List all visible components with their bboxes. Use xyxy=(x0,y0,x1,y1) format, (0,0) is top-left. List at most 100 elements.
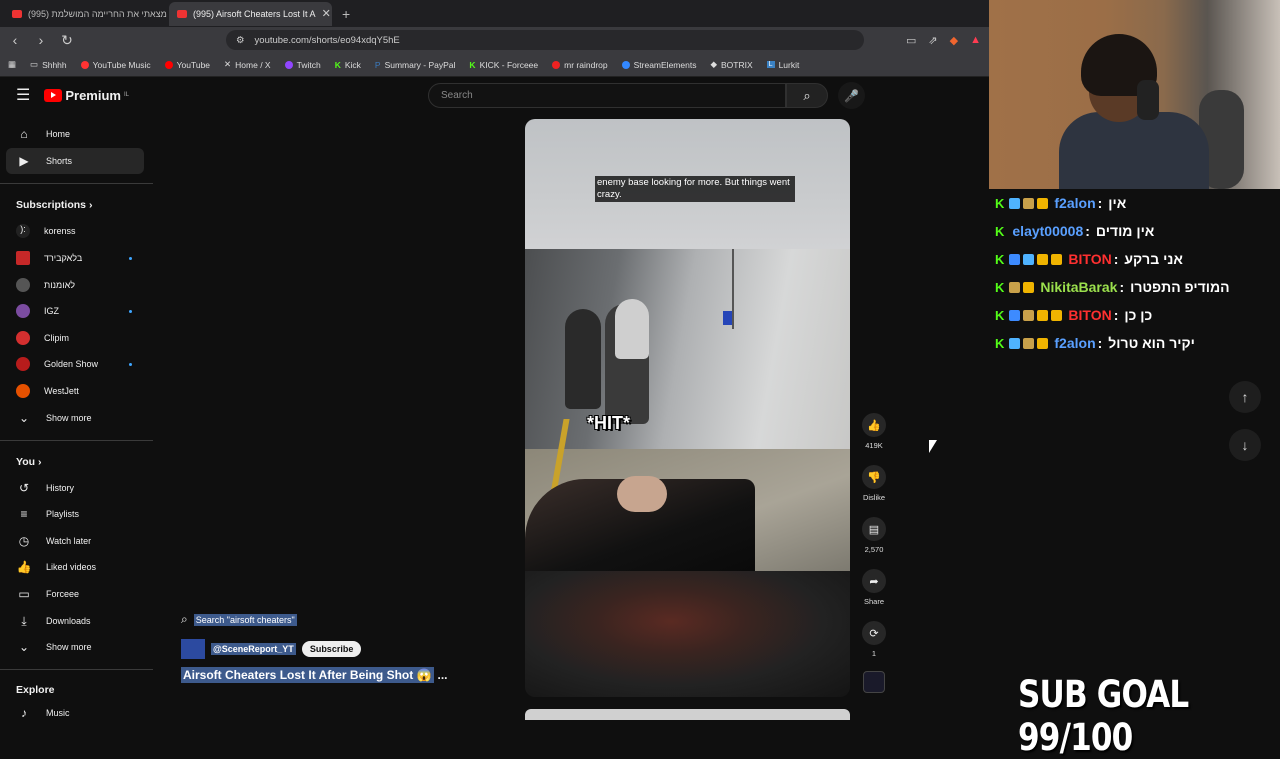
bookmark[interactable]: ◆ BOTRIX xyxy=(710,59,752,70)
lurkit-icon: L xyxy=(766,61,775,68)
show-more-you[interactable]: ⌄ Show more xyxy=(6,634,144,660)
chat-badge-icon xyxy=(1051,253,1063,265)
bookmark[interactable]: K KICK - Forceee xyxy=(469,60,538,70)
sidebar-item-downloads[interactable]: ⤓ Downloads xyxy=(6,608,144,634)
download-icon: ⤓ xyxy=(21,613,27,628)
chat-separator: : xyxy=(1113,251,1119,267)
sidebar-channel[interactable]: בלאקבירד xyxy=(6,245,144,271)
sidebar-item-playlists[interactable]: ≡ Playlists xyxy=(6,501,144,527)
show-more-subscriptions[interactable]: ⌄ Show more xyxy=(6,405,144,431)
previous-short-button[interactable]: ↑ xyxy=(1229,381,1261,413)
kick-icon: K xyxy=(334,59,341,70)
search-button[interactable]: ⌕ xyxy=(786,83,828,108)
next-short-preview[interactable] xyxy=(525,709,850,720)
chat-username[interactable]: BITON xyxy=(1068,251,1111,267)
bookmark[interactable]: mr raindrop xyxy=(552,60,608,70)
browser-tab-2[interactable]: (995) Airsoft Cheaters Lost It A ✕ xyxy=(169,1,332,26)
chat-username[interactable]: f2alon xyxy=(1054,195,1095,211)
bookmark[interactable]: Twitch xyxy=(284,60,321,70)
comments-button[interactable]: ▤ xyxy=(862,517,886,541)
site-info-icon[interactable]: ⚙ xyxy=(236,35,245,46)
share-button[interactable]: ➦ xyxy=(862,569,886,593)
remix-button[interactable]: ⟳ xyxy=(862,621,886,645)
sidebar-channel[interactable]: Clipim xyxy=(6,325,144,351)
bookmark[interactable]: ✕ Home / X xyxy=(224,59,271,70)
more-description[interactable]: ... xyxy=(438,668,448,682)
apps-icon[interactable]: ▦ xyxy=(8,59,16,70)
related-search-chip[interactable]: ⌕ Search "airsoft cheaters" xyxy=(181,612,297,627)
chat-badge-icon xyxy=(1009,197,1021,209)
chat-message: Kf2alon : אין xyxy=(995,189,1280,217)
you-heading[interactable]: You › xyxy=(16,456,41,468)
channel-handle[interactable]: @SceneReport_YT xyxy=(211,643,296,655)
voice-search-button[interactable]: 🎤 xyxy=(838,82,865,109)
brave-rewards-icon[interactable]: ▲ xyxy=(970,34,981,46)
sidebar-item-label: Music xyxy=(46,708,70,718)
bookmark[interactable]: K Kick xyxy=(335,60,361,70)
remix-action[interactable]: ⟳ 1 xyxy=(862,621,886,658)
share-icon[interactable]: ⇗ xyxy=(928,34,937,47)
chat-username[interactable]: elayt00008 xyxy=(1012,223,1083,239)
menu-icon[interactable]: ☰ xyxy=(16,85,30,105)
chat-separator: : xyxy=(1085,223,1090,239)
chat-username[interactable]: f2alon xyxy=(1054,335,1095,351)
sidebar-item-shorts[interactable]: ▶ Shorts xyxy=(6,148,144,174)
sidebar-channel[interactable]: לאומנות xyxy=(6,272,144,298)
next-short-button[interactable]: ↓ xyxy=(1229,429,1261,461)
like-action[interactable]: 👍 419K xyxy=(862,413,886,450)
sidebar-item-history[interactable]: ↺ History xyxy=(6,475,144,501)
subscriptions-heading[interactable]: Subscriptions › xyxy=(16,199,92,211)
youtube-premium-logo[interactable]: Premium IL xyxy=(44,88,129,103)
cast-icon[interactable]: ▭ xyxy=(906,34,916,47)
dislike-action[interactable]: 👎 Dislike xyxy=(862,465,886,502)
new-content-dot xyxy=(129,309,132,313)
close-tab-icon[interactable]: ✕ xyxy=(322,7,331,20)
browser-tab-1[interactable]: מצאתי את החריימה המושלמת (995) xyxy=(4,2,167,26)
sidebar-item-music[interactable]: ♪ Music xyxy=(6,700,144,720)
sidebar-channel[interactable]: WestJett xyxy=(6,378,144,404)
youtube-icon xyxy=(12,9,22,18)
sidebar-item-label: Downloads xyxy=(46,616,91,626)
forward-icon[interactable]: › xyxy=(34,32,48,48)
you-label: You xyxy=(16,456,36,468)
reload-icon[interactable]: ↻ xyxy=(60,32,74,49)
shorts-video-player[interactable]: enemy base looking for more. But things … xyxy=(525,119,850,697)
chat-text: כן כן xyxy=(1124,307,1153,323)
video-title[interactable]: Airsoft Cheaters Lost It After Being Sho… xyxy=(181,667,434,683)
dislike-button[interactable]: 👎 xyxy=(862,465,886,489)
sidebar-item-watch-later[interactable]: ◷ Watch later xyxy=(6,528,144,554)
bookmark-label: Summary - PayPal xyxy=(384,59,456,70)
sidebar-channel[interactable]: Golden Show xyxy=(6,351,144,377)
share-action[interactable]: ➦ Share xyxy=(862,569,886,606)
streamer-webcam xyxy=(989,0,1280,189)
channel-thumbnail[interactable] xyxy=(863,671,885,693)
chat-username[interactable]: NikitaBarak xyxy=(1040,279,1117,295)
sidebar-channel[interactable]: ): korenss xyxy=(6,218,144,244)
channel-avatar[interactable] xyxy=(181,639,205,659)
bookmark[interactable]: StreamElements xyxy=(621,59,697,70)
bookmark-label: StreamElements xyxy=(633,59,697,70)
sidebar-item-home[interactable]: ⌂ Home xyxy=(6,121,144,147)
subscribe-button[interactable]: Subscribe xyxy=(301,641,362,657)
sidebar-item-liked-videos[interactable]: 👍 Liked videos xyxy=(6,554,144,580)
bookmark[interactable]: P Summary - PayPal xyxy=(375,60,456,70)
search-input[interactable]: Search xyxy=(428,83,786,108)
comments-action[interactable]: ▤ 2,570 xyxy=(862,517,886,554)
bookmark[interactable]: YouTube Music xyxy=(80,60,151,70)
brave-shield-icon[interactable]: ◆ xyxy=(950,34,958,47)
new-content-dot xyxy=(129,256,132,260)
bookmark[interactable]: YouTube xyxy=(164,60,210,70)
related-search-text: Search "airsoft cheaters" xyxy=(193,613,297,626)
bookmark[interactable]: L Lurkit xyxy=(766,60,799,70)
chat-username[interactable]: BITON xyxy=(1068,307,1111,323)
channel-avatar xyxy=(16,304,30,318)
address-bar[interactable]: ⚙ youtube.com/shorts/eo94xdqY5hE xyxy=(226,30,865,50)
bookmark[interactable]: ▭ Shhhh xyxy=(30,59,67,70)
new-tab-button[interactable]: + xyxy=(334,6,358,22)
sidebar-item-forceee[interactable]: ▭ Forceee xyxy=(6,581,144,607)
sidebar-channel[interactable]: IGZ xyxy=(6,298,144,324)
channel-avatar xyxy=(16,278,30,292)
back-icon[interactable]: ‹ xyxy=(8,32,22,48)
like-button[interactable]: 👍 xyxy=(862,413,886,437)
chat-separator: : xyxy=(1097,195,1103,211)
